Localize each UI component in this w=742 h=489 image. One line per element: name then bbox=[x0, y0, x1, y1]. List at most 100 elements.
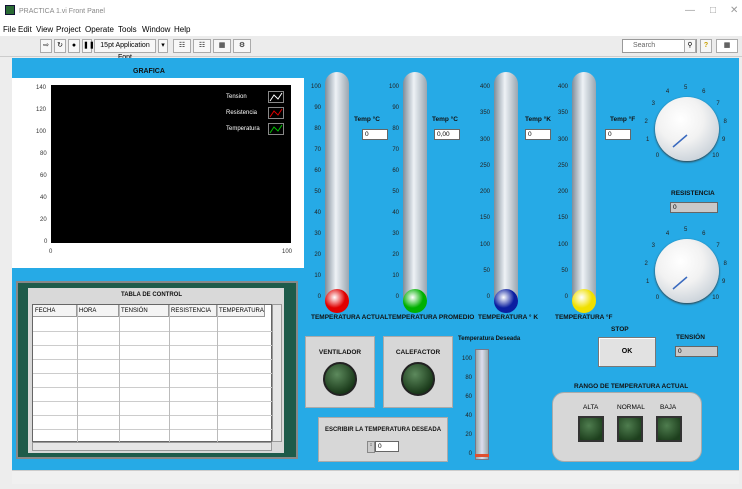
chart-plot-area bbox=[51, 85, 291, 243]
legend-plot-icon[interactable] bbox=[268, 107, 284, 119]
knob-tick: 6 bbox=[702, 231, 706, 238]
y-tick: 0 bbox=[44, 239, 48, 245]
escribir-box bbox=[318, 417, 448, 462]
resize-objects-icon[interactable]: ▦ bbox=[213, 39, 231, 53]
connector-pane-icon[interactable]: ▦ bbox=[716, 39, 738, 53]
thermometer-scale-tick: 0 bbox=[564, 294, 568, 300]
thermometer-label: TEMPERATURA °F bbox=[555, 314, 613, 321]
ok-stop-button[interactable]: OK bbox=[598, 337, 656, 367]
tension-knob[interactable] bbox=[655, 239, 719, 303]
knob-tick: 3 bbox=[651, 243, 655, 250]
minimize-icon[interactable]: — bbox=[685, 5, 695, 16]
align-objects-icon[interactable]: ☷ bbox=[173, 39, 191, 53]
thermometer-scale-tick: 40 bbox=[392, 210, 399, 216]
knob-tick: 7 bbox=[716, 243, 720, 250]
menu-project[interactable]: Project bbox=[56, 25, 81, 34]
deseada-scale-tick: 100 bbox=[461, 356, 472, 362]
menu-tools[interactable]: Tools bbox=[118, 25, 137, 34]
rango-title: RANGO DE TEMPERATURA ACTUAL bbox=[574, 383, 689, 390]
knob-tick: 2 bbox=[644, 260, 648, 267]
thermometer-unit-label: Temp °C bbox=[354, 116, 380, 123]
knob-tick: 6 bbox=[702, 89, 706, 96]
thermometer-scale-tick: 30 bbox=[392, 231, 399, 237]
thermometer-scale-tick: 300 bbox=[557, 136, 568, 143]
panel-horizontal-scrollbar[interactable] bbox=[12, 470, 739, 484]
menu-edit[interactable]: Edit bbox=[18, 25, 32, 34]
abort-icon[interactable]: ● bbox=[68, 39, 80, 53]
menu-window[interactable]: Window bbox=[142, 25, 170, 34]
run-continuously-icon[interactable]: ↻ bbox=[54, 39, 66, 53]
thermometer-scale-tick: 350 bbox=[479, 110, 490, 117]
thermometer-scale-tick: 70 bbox=[314, 147, 321, 153]
knob-tick: 9 bbox=[722, 279, 726, 286]
increment-arrows-icon[interactable]: ↕ bbox=[367, 441, 375, 453]
maximize-icon[interactable]: □ bbox=[710, 5, 716, 16]
distribute-objects-icon[interactable]: ☷ bbox=[193, 39, 211, 53]
resistencia-label: RESISTENCIA bbox=[671, 190, 715, 197]
baja-label: BAJA bbox=[660, 404, 677, 411]
deseada-title: Temperatura Deseada bbox=[458, 336, 521, 342]
thermometer-scale-tick: 60 bbox=[314, 168, 321, 174]
labview-app-icon bbox=[5, 5, 15, 15]
window-title: PRACTICA 1.vi Front Panel bbox=[19, 8, 105, 15]
knob-tick: 4 bbox=[665, 89, 670, 96]
thermometer-fahrenheit bbox=[572, 72, 596, 300]
help-icon[interactable]: ? bbox=[700, 39, 712, 53]
y-tick: 40 bbox=[40, 195, 47, 201]
thermometer-value: 0,00 bbox=[434, 129, 460, 140]
ventilador-led[interactable] bbox=[323, 362, 357, 396]
font-selector[interactable]: 15pt Application Font bbox=[94, 39, 156, 61]
thermometer-scale-tick: 10 bbox=[392, 273, 399, 279]
deseada-scale-tick: 80 bbox=[465, 375, 472, 381]
menu-file[interactable]: File bbox=[3, 25, 16, 34]
column-divider bbox=[217, 305, 218, 443]
table-row bbox=[33, 415, 273, 416]
thermometer-scale-tick: 50 bbox=[392, 189, 399, 195]
deseada-slider-fill bbox=[475, 454, 489, 457]
thermometer-scale-tick: 0 bbox=[317, 294, 321, 300]
thermometer-unit-label: Temp °F bbox=[610, 116, 636, 123]
thermometer-label: TEMPERATURA ° K bbox=[478, 314, 539, 321]
escribir-input[interactable]: 0 bbox=[375, 441, 399, 452]
table-row bbox=[33, 331, 273, 332]
deseada-slider[interactable] bbox=[475, 349, 489, 460]
menu-view[interactable]: View bbox=[36, 25, 53, 34]
table-row bbox=[33, 401, 273, 402]
search-icon[interactable]: ⚲ bbox=[684, 39, 696, 53]
knob-tick: 1 bbox=[645, 137, 650, 144]
table-row bbox=[33, 359, 273, 360]
thermometer-label: TEMPERATURA ACTUAL bbox=[311, 314, 389, 321]
thermometer-scale-tick: 100 bbox=[310, 84, 321, 90]
knob-tick: 4 bbox=[665, 231, 670, 238]
knob-tick: 9 bbox=[722, 137, 726, 144]
legend-plot-icon[interactable] bbox=[268, 123, 284, 135]
calefactor-led[interactable] bbox=[401, 362, 435, 396]
y-tick: 80 bbox=[40, 151, 47, 157]
alta-led[interactable] bbox=[578, 416, 604, 442]
reorder-icon[interactable]: ⚙ bbox=[233, 39, 251, 53]
thermometer-bulb bbox=[403, 289, 427, 313]
knob-tick: 10 bbox=[712, 153, 719, 160]
table-horizontal-scrollbar[interactable] bbox=[32, 442, 272, 451]
legend-plot-icon[interactable] bbox=[268, 91, 284, 103]
thermometer-scale-tick: 40 bbox=[314, 210, 321, 216]
legend-tension: Tension bbox=[226, 94, 247, 100]
thermometer-bulb bbox=[325, 289, 349, 313]
baja-led[interactable] bbox=[656, 416, 682, 442]
table-vertical-scrollbar[interactable] bbox=[272, 304, 282, 442]
column-header: HORA bbox=[77, 305, 119, 317]
thermometer-scale-tick: 50 bbox=[483, 267, 490, 274]
run-arrow-icon[interactable]: ⇨ bbox=[40, 39, 52, 53]
normal-led[interactable] bbox=[617, 416, 643, 442]
menu-help[interactable]: Help bbox=[174, 25, 190, 34]
menu-operate[interactable]: Operate bbox=[85, 25, 114, 34]
thermometer-scale-tick: 300 bbox=[479, 136, 490, 143]
control-table[interactable]: FECHA HORA TENSIÓN RESISTENCIA TEMPERATU… bbox=[32, 304, 273, 443]
thermometer-scale-tick: 150 bbox=[557, 215, 568, 222]
knob-tick: 5 bbox=[684, 227, 688, 233]
close-icon[interactable]: ✕ bbox=[730, 5, 738, 16]
resistencia-knob[interactable] bbox=[655, 97, 719, 161]
thermometer-scale-tick: 20 bbox=[392, 252, 399, 258]
pause-icon[interactable]: ❚❚ bbox=[82, 39, 95, 53]
font-dropdown-icon[interactable]: ▾ bbox=[158, 39, 168, 53]
